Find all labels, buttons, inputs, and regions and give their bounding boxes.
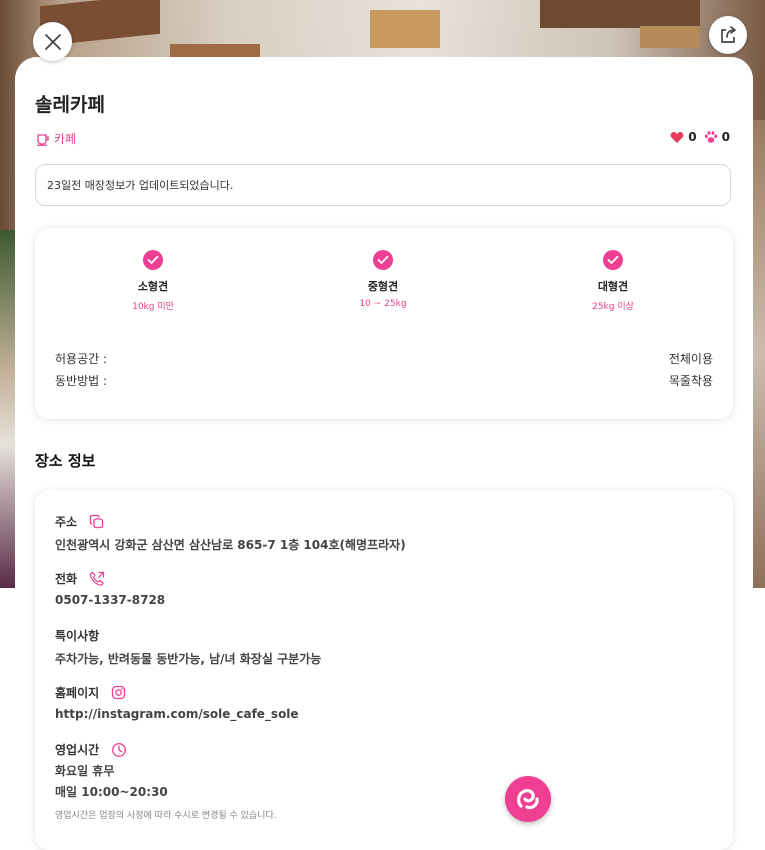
hours-daily: 매일 10:00~20:30 bbox=[55, 785, 168, 799]
address-value: 인천광역시 강화군 삼산면 삼산남로 865-7 1층 104호(해명프라자) bbox=[55, 538, 406, 552]
rule-value: 목줄착용 bbox=[668, 373, 713, 388]
hours-note: 영업시간은 업장의 사정에 따라 수시로 변경될 수 있습니다. bbox=[55, 811, 277, 821]
close-button[interactable] bbox=[33, 22, 72, 61]
dog-size-large: 대형견 25kg 이상 bbox=[553, 250, 673, 312]
dog-size-name: 대형견 bbox=[597, 280, 629, 293]
phone-label: 전화 bbox=[55, 572, 78, 586]
dog-size-medium: 중형견 10 ~ 25kg bbox=[323, 250, 443, 309]
paw-count: 0 bbox=[721, 130, 730, 144]
dog-size-range: 10 ~ 25kg bbox=[359, 299, 407, 309]
homepage-label: 홈페이지 bbox=[55, 686, 100, 700]
like-count: 0 bbox=[688, 130, 697, 144]
rule-accompany-method: 동반방법 : 목줄착용 bbox=[55, 369, 713, 391]
check-icon bbox=[143, 250, 163, 270]
phone-value[interactable]: 0507-1337-8728 bbox=[55, 593, 713, 607]
share-icon bbox=[721, 26, 736, 43]
share-button[interactable] bbox=[709, 16, 747, 54]
update-notice: 23일전 매장정보가 업데이트되었습니다. bbox=[35, 164, 731, 206]
instagram-icon[interactable] bbox=[111, 685, 126, 700]
paw-icon[interactable] bbox=[704, 130, 718, 144]
notes-block: 특이사항 주차가능, 반려동물 동반가능, 남/녀 화장실 구분가능 bbox=[55, 627, 713, 667]
dog-size-range: 10kg 미만 bbox=[132, 302, 174, 312]
dog-size-range: 25kg 이상 bbox=[592, 302, 634, 312]
phone-icon[interactable] bbox=[89, 571, 105, 587]
hours-block: 영업시간 화요일 휴무 매일 10:00~20:30 영업시간은 업장의 사정에… bbox=[55, 741, 713, 821]
copy-icon[interactable] bbox=[89, 514, 104, 529]
rule-value: 전체이용 bbox=[668, 351, 713, 366]
category-label: 카페 bbox=[54, 132, 77, 146]
place-detail-sheet: 솔레카페 카페 0 0 23일전 매장정보가 업데이트되었습니다. 소형견 10… bbox=[15, 57, 753, 850]
phone-block: 전화 0507-1337-8728 bbox=[55, 570, 713, 607]
close-icon bbox=[44, 33, 61, 50]
hours-label: 영업시간 bbox=[55, 743, 100, 757]
rule-label: 허용공간 : bbox=[55, 351, 108, 366]
place-name: 솔레카페 bbox=[35, 94, 105, 116]
reaction-counts: 0 0 bbox=[670, 130, 733, 144]
place-info-card: 주소 인천광역시 강화군 삼산면 삼산남로 865-7 1층 104호(해명프라… bbox=[35, 490, 733, 850]
pet-rules: 허용공간 : 전체이용 동반방법 : 목줄착용 bbox=[55, 347, 713, 391]
notes-label: 특이사항 bbox=[55, 629, 100, 643]
rule-label: 동반방법 : bbox=[55, 373, 108, 388]
dog-size-name: 소형견 bbox=[137, 280, 169, 293]
clock-icon bbox=[112, 742, 127, 757]
pet-policy-card: 소형견 10kg 미만 중형견 10 ~ 25kg 대형견 25kg 이상 허용… bbox=[35, 228, 733, 419]
homepage-link[interactable]: http://instagram.com/sole_cafe_sole bbox=[55, 707, 713, 721]
app-logo-icon bbox=[517, 789, 539, 810]
hours-closed-day: 화요일 휴무 bbox=[55, 764, 115, 778]
homepage-block: 홈페이지 http://instagram.com/sole_cafe_sole bbox=[55, 684, 713, 721]
coffee-cup-icon bbox=[37, 133, 49, 146]
update-notice-text: 23일전 매장정보가 업데이트되었습니다. bbox=[47, 179, 234, 192]
category-tag: 카페 bbox=[36, 130, 76, 147]
app-logo-button[interactable] bbox=[505, 776, 551, 822]
section-title: 장소 정보 bbox=[35, 452, 96, 470]
heart-icon[interactable] bbox=[670, 131, 684, 144]
dog-size-small: 소형견 10kg 미만 bbox=[93, 250, 213, 312]
check-icon bbox=[603, 250, 623, 270]
address-label: 주소 bbox=[55, 515, 78, 529]
rule-allowed-space: 허용공간 : 전체이용 bbox=[55, 347, 713, 369]
dog-size-name: 중형견 bbox=[367, 280, 399, 293]
address-block: 주소 인천광역시 강화군 삼산면 삼산남로 865-7 1층 104호(해명프라… bbox=[55, 513, 713, 553]
check-icon bbox=[373, 250, 393, 270]
notes-value: 주차가능, 반려동물 동반가능, 남/녀 화장실 구분가능 bbox=[55, 652, 322, 666]
